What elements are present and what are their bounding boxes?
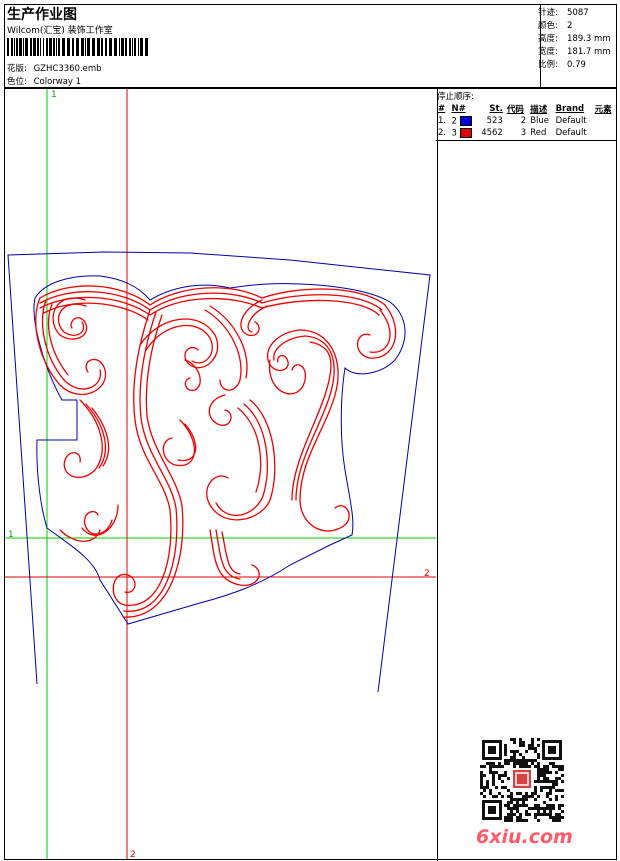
stat-value: 5087 [567,8,589,18]
watermark: 6xiu.com [476,826,573,848]
table-row: 1. 2 523 2 Blue Default [436,115,616,127]
row-description: Blue [530,116,550,126]
row-needle: 2 [449,115,476,127]
row-index: 2. [438,128,447,138]
colorway-value: Colorway 1 [33,77,82,87]
stat-width: 宽度: 181.7 mm [538,45,611,57]
page-title: 生产作业图 [7,7,77,23]
qr-code [480,738,564,822]
design-filename: GZHC3360.emb [33,64,102,74]
colorway-label: 色位: [7,77,27,87]
stat-value: 189.3 mm [567,34,611,44]
colorway-row: 色位: Colorway 1 [7,75,81,87]
stop-sequence-table: # N# St. 代码 描述 Brand 元素 1. 2 523 2 Blue … [436,103,616,139]
embroidery-design [35,285,397,618]
design-canvas: 1 1 2 2 [5,89,436,859]
stat-label: 宽度: [538,47,558,57]
column-header: N# [451,104,466,114]
row-brand: Default [555,116,587,126]
guide-label-red-bottom: 2 [130,850,136,859]
row-code: 2 [520,116,527,126]
column-header: 元素 [594,105,612,115]
row-brand: Default [555,128,587,138]
stat-height: 高度: 189.3 mm [538,32,611,44]
row-stitches: 4562 [481,128,503,138]
color-swatch [459,127,472,138]
stat-label: 比例: [538,60,558,70]
table-header-row: # N# St. 代码 描述 Brand 元素 [436,103,616,115]
column-header: Brand [555,104,585,114]
design-file-row: 花版: GZHC3360.emb [7,62,102,74]
company-name: Wilcom(汇宝) 装饰工作室 [7,26,113,36]
stat-colors: 颜色: 2 [538,19,572,31]
guide-label-green-top: 1 [51,90,57,100]
panel-divider [437,89,438,861]
stat-value: 0.79 [567,60,586,70]
row-index: 1. [438,116,447,126]
barcode [7,38,148,56]
blue-outline [7,251,431,693]
table-bottom-rule [436,140,617,141]
stop-sequence-title: 停止顺序: [437,92,474,102]
qr-logo [511,768,533,790]
stat-scale: 比例: 0.79 [538,58,586,70]
row-stitches: 523 [486,116,503,126]
row-element [593,115,616,127]
column-header: 代码 [506,105,524,115]
column-header: St. [489,104,503,114]
row-code: 3 [520,128,527,138]
stat-stitches: 针迹: 5087 [538,6,589,18]
guide-label-green-left: 1 [8,530,14,540]
row-needle: 3 [449,127,476,139]
stat-label: 针迹: [538,8,558,18]
column-header: # [438,104,446,114]
table-row: 2. 3 4562 3 Red Default [436,127,616,139]
stat-value: 181.7 mm [567,47,611,57]
stat-label: 高度: [538,34,558,44]
stat-label: 颜色: [538,21,558,31]
stat-value: 2 [567,21,573,31]
column-header: 描述 [530,105,548,115]
row-description: Red [530,128,547,138]
color-swatch [459,115,472,126]
row-element [593,127,616,139]
design-label: 花版: [7,64,27,74]
guide-label-red-right: 2 [424,569,430,579]
